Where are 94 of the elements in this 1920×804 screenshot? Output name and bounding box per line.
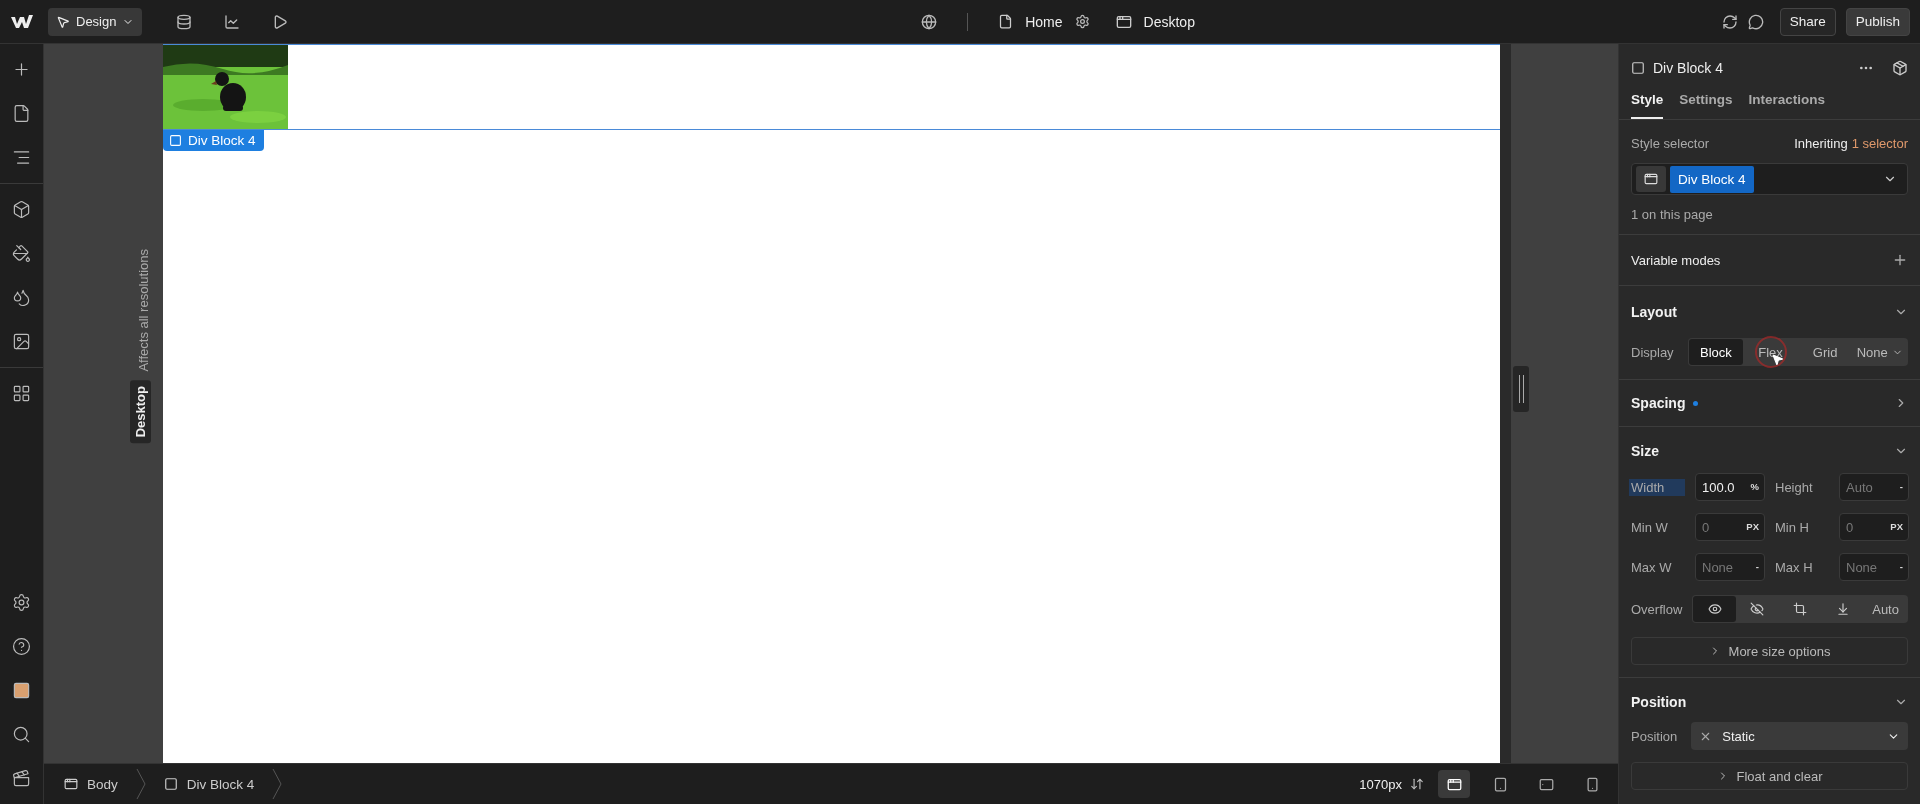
section-title[interactable]: Spacing xyxy=(1631,395,1686,411)
settings-icon[interactable] xyxy=(12,593,31,612)
field-label: Min H xyxy=(1775,519,1810,535)
breadcrumb[interactable]: Div Block 4 xyxy=(153,776,265,792)
page-icon xyxy=(998,14,1014,29)
display-option[interactable]: Flex xyxy=(1743,339,1798,365)
element-label: Div Block 4 xyxy=(163,130,264,151)
overflow-label: Overflow xyxy=(1631,601,1683,617)
design-mode-button[interactable]: Design xyxy=(48,7,143,36)
tablet-landscape-icon xyxy=(1538,776,1554,792)
overflow-option[interactable]: Auto xyxy=(1864,596,1907,622)
style-icon[interactable] xyxy=(12,244,31,263)
add-icon[interactable] xyxy=(1892,252,1908,268)
field-label: Height xyxy=(1775,479,1814,495)
position-label: Position xyxy=(1631,728,1678,744)
search-icon[interactable] xyxy=(12,725,31,744)
field-label: Width xyxy=(1629,478,1685,496)
unit-label: % xyxy=(1750,481,1759,492)
sync-icon[interactable] xyxy=(1721,13,1738,30)
unit-label: - xyxy=(1899,561,1903,572)
comment-icon[interactable] xyxy=(1747,13,1764,30)
settings-icon[interactable] xyxy=(1074,14,1090,29)
unit-label: PX xyxy=(1746,521,1759,532)
chart-icon[interactable] xyxy=(224,13,241,30)
navigator-icon[interactable] xyxy=(12,148,31,167)
database-icon[interactable] xyxy=(176,13,193,30)
breakpoint-label: Desktop xyxy=(130,379,151,443)
variable-modes-label: Variable modes xyxy=(1631,252,1721,268)
section-title[interactable]: Layout xyxy=(1631,304,1677,320)
component-icon[interactable] xyxy=(1892,60,1908,76)
share-button[interactable]: Share xyxy=(1779,7,1836,36)
tablet-icon xyxy=(1492,776,1508,792)
window-icon xyxy=(64,777,78,791)
drops-icon[interactable] xyxy=(12,288,31,307)
apps-icon[interactable] xyxy=(12,384,31,403)
display-label: Display xyxy=(1631,344,1674,360)
section-title[interactable]: Size xyxy=(1631,443,1659,459)
unit-label: - xyxy=(1899,481,1903,492)
inheriting-link[interactable]: 1 selector xyxy=(1851,136,1908,151)
field-label: Max H xyxy=(1775,559,1814,575)
square-icon xyxy=(169,134,182,147)
class-icon xyxy=(1636,166,1666,192)
resize-icon[interactable] xyxy=(1410,777,1424,791)
breadcrumb-separator-icon xyxy=(272,769,283,799)
more-size-options-button[interactable]: More size options xyxy=(1631,637,1908,665)
resize-handle[interactable] xyxy=(1513,365,1529,412)
eye-icon xyxy=(1707,602,1722,616)
unit-label: PX xyxy=(1890,521,1903,532)
square-icon xyxy=(163,777,178,791)
video-icon[interactable] xyxy=(12,769,31,788)
breadcrumb-separator-icon xyxy=(135,769,146,799)
help-icon[interactable] xyxy=(12,637,31,656)
image-icon[interactable] xyxy=(12,332,31,351)
breakpoint-button[interactable] xyxy=(1438,770,1470,798)
float-and-clear-button[interactable]: Float and clear xyxy=(1631,762,1908,790)
publish-button[interactable]: Publish xyxy=(1845,7,1910,36)
scroll-icon xyxy=(1835,602,1850,616)
usage-note: 1 on this page xyxy=(1631,207,1714,222)
desktop-icon xyxy=(1446,776,1462,792)
breadcrumb[interactable]: Body xyxy=(54,776,128,792)
overflow-option[interactable] xyxy=(1693,596,1737,622)
pages-icon[interactable] xyxy=(12,104,31,123)
panel-tab[interactable]: Settings xyxy=(1679,84,1733,119)
display-option[interactable]: None xyxy=(1852,339,1907,365)
section-title[interactable]: Position xyxy=(1631,694,1687,710)
element-name: Div Block 4 xyxy=(1653,60,1724,76)
resolution-note: Affects all resolutions xyxy=(136,249,151,372)
position-select[interactable]: Static xyxy=(1691,722,1908,750)
globe-icon[interactable] xyxy=(921,13,938,30)
panel-tab[interactable]: Style xyxy=(1631,84,1664,119)
breakpoint-name[interactable]: Desktop xyxy=(1143,13,1195,30)
phone-icon xyxy=(1584,776,1600,792)
style-selector-label: Style selector xyxy=(1631,136,1710,151)
field-label: Min W xyxy=(1631,519,1669,535)
cube-icon[interactable] xyxy=(12,200,31,219)
breakpoint-icon xyxy=(1115,13,1132,30)
unit-label: - xyxy=(1755,561,1759,572)
page-name[interactable]: Home xyxy=(1025,13,1063,30)
square-icon xyxy=(1631,61,1645,75)
canvas-width: 1070px xyxy=(1359,776,1402,792)
play-icon[interactable] xyxy=(272,13,289,30)
display-option[interactable]: Grid xyxy=(1797,339,1853,365)
panel-tab[interactable]: Interactions xyxy=(1748,84,1826,119)
square-icon[interactable] xyxy=(12,681,31,700)
logo-icon[interactable] xyxy=(10,13,34,30)
inheriting-label: Inheriting xyxy=(1794,136,1848,151)
display-option[interactable]: Block xyxy=(1688,339,1744,365)
add-icon[interactable] xyxy=(12,60,31,79)
crop-icon xyxy=(1793,602,1808,616)
eye-off-icon xyxy=(1750,602,1765,616)
field-label: Max W xyxy=(1631,559,1673,575)
style-selector-field[interactable]: Div Block 4 xyxy=(1631,163,1908,195)
pointer-icon xyxy=(56,14,70,29)
class-tag[interactable]: Div Block 4 xyxy=(1670,165,1754,193)
